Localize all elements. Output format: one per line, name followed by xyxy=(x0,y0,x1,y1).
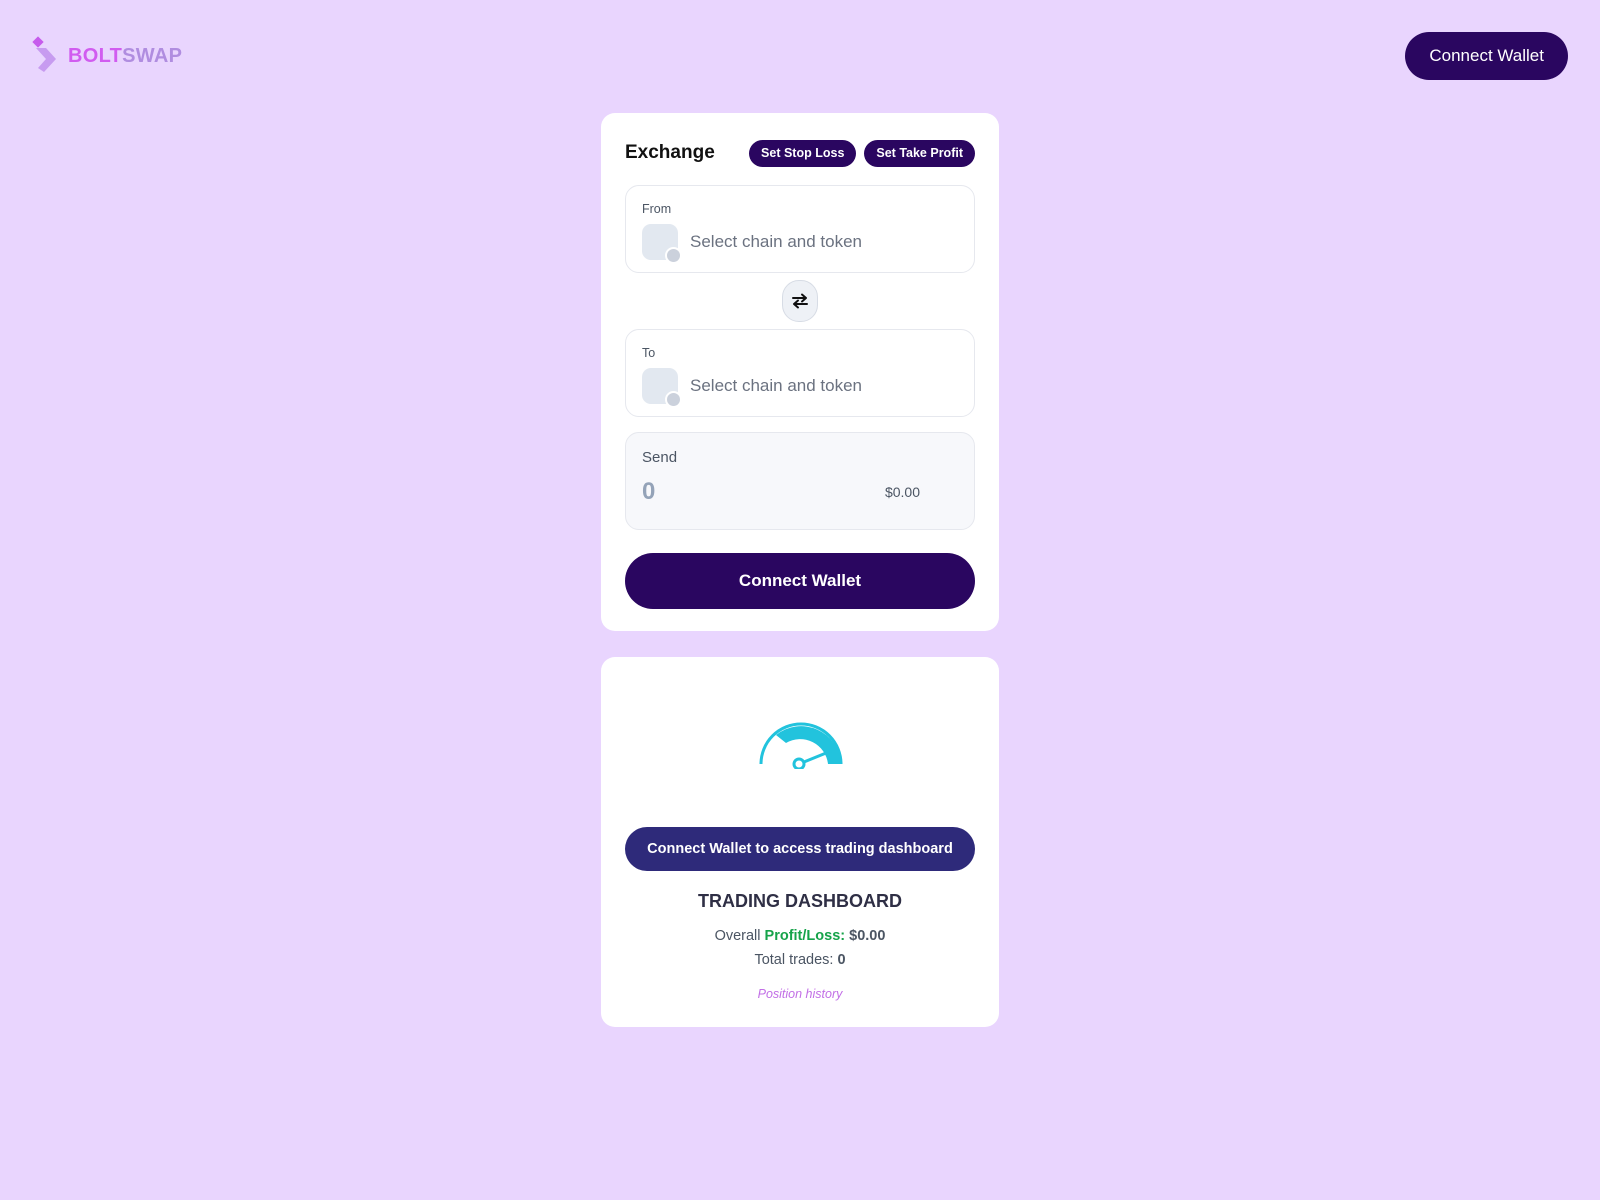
send-amount-input[interactable] xyxy=(642,478,842,506)
profit-loss-summary: Overall Profit/Loss: $0.00 xyxy=(601,928,999,944)
set-take-profit-button[interactable]: Set Take Profit xyxy=(864,139,975,167)
brand-logo[interactable]: BOLTSWAP xyxy=(32,36,182,76)
send-usd-value: $0.00 xyxy=(884,484,920,500)
trading-dashboard-card: Connect Wallet to access trading dashboa… xyxy=(601,657,999,1027)
swap-direction-button[interactable] xyxy=(782,280,818,322)
profit-loss-label: Profit/Loss: xyxy=(764,928,846,944)
exchange-card: Exchange Set Stop Loss Set Take Profit F… xyxy=(601,113,999,631)
token-placeholder-icon xyxy=(642,224,682,264)
bolt-logo-icon xyxy=(32,36,56,72)
to-label: To xyxy=(642,346,656,360)
to-token-row[interactable]: Select chain and token xyxy=(642,368,958,408)
to-token-selector[interactable]: To Select chain and token xyxy=(625,329,975,417)
set-stop-loss-button[interactable]: Set Stop Loss xyxy=(749,139,857,167)
from-token-placeholder: Select chain and token xyxy=(690,232,863,251)
send-label: Send xyxy=(642,449,678,466)
swap-arrows-icon xyxy=(792,293,808,309)
exchange-header: Exchange Set Stop Loss Set Take Profit xyxy=(625,137,975,169)
from-label: From xyxy=(642,202,672,216)
brand-name-bolt: BOLT xyxy=(68,44,123,67)
brand-name: BOLTSWAP xyxy=(68,45,182,68)
order-buttons: Set Stop Loss Set Take Profit xyxy=(749,139,975,167)
brand-name-swap: SWAP xyxy=(122,44,183,67)
send-row: $0.00 xyxy=(642,478,958,506)
overall-prefix: Overall xyxy=(714,928,761,944)
exchange-connect-wallet-button[interactable]: Connect Wallet xyxy=(625,553,975,609)
total-trades-label: Total trades: xyxy=(754,952,834,968)
exchange-title: Exchange xyxy=(625,142,715,163)
chain-placeholder-icon xyxy=(665,391,682,408)
swap-direction-wrap xyxy=(625,280,975,322)
position-history-link[interactable]: Position history xyxy=(601,987,999,1001)
chain-placeholder-icon xyxy=(665,247,682,264)
token-placeholder-icon xyxy=(642,368,682,408)
send-amount-box: Send $0.00 xyxy=(625,432,975,530)
from-token-selector[interactable]: From Select chain and token xyxy=(625,185,975,273)
from-token-row[interactable]: Select chain and token xyxy=(642,224,958,264)
dashboard-connect-wallet-button[interactable]: Connect Wallet to access trading dashboa… xyxy=(625,827,975,871)
dashboard-title: TRADING DASHBOARD xyxy=(698,891,902,911)
profit-loss-value: $0.00 xyxy=(849,928,886,944)
to-token-placeholder: Select chain and token xyxy=(690,376,863,395)
speedometer-icon xyxy=(759,722,843,769)
total-trades-value: 0 xyxy=(837,952,846,968)
header-connect-wallet-button[interactable]: Connect Wallet xyxy=(1405,32,1568,80)
total-trades-summary: Total trades: 0 xyxy=(601,952,999,968)
